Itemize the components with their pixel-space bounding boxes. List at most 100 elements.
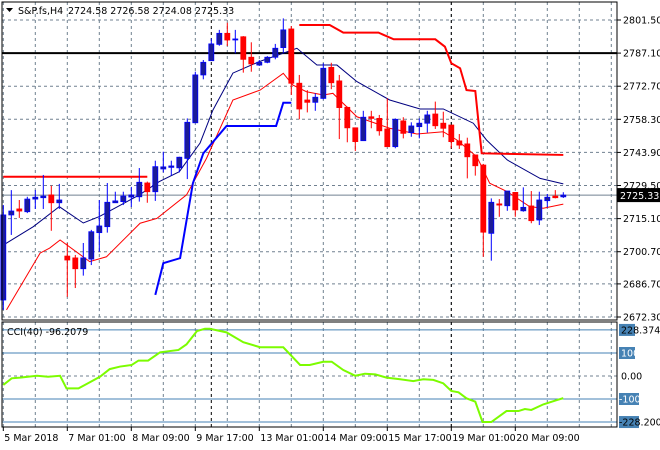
candle — [480, 163, 487, 257]
candle-body — [200, 61, 207, 76]
candle — [424, 110, 431, 133]
candle — [496, 199, 503, 217]
price-tick-label: 2700.70 — [623, 247, 660, 258]
candle — [336, 74, 343, 140]
candle-body — [512, 192, 519, 211]
candle — [376, 114, 383, 136]
chart-canvas[interactable]: 2801.502787.102772.702758.302743.902729.… — [0, 0, 660, 450]
candle-body — [296, 82, 303, 110]
candle-body — [248, 56, 255, 65]
candle-body — [24, 198, 31, 213]
candle-body — [16, 208, 23, 212]
candle — [296, 74, 303, 120]
candle-body — [528, 205, 535, 222]
candle-body — [64, 255, 71, 261]
cci-level-label: -228.2004 — [619, 418, 660, 429]
candle-body — [432, 113, 439, 127]
candle — [272, 43, 279, 60]
cci-line — [2, 327, 564, 423]
candle-body — [96, 225, 103, 234]
candle-body — [56, 199, 63, 204]
price-tick-label: 2758.30 — [623, 115, 660, 126]
candle — [344, 106, 351, 143]
candle — [144, 181, 151, 203]
candle — [88, 229, 95, 266]
candle — [232, 29, 239, 54]
candle-body — [256, 61, 263, 66]
candle — [360, 110, 367, 142]
candle — [72, 254, 79, 289]
candles — [0, 18, 567, 310]
candle — [528, 191, 535, 224]
candle-body — [128, 194, 135, 198]
candle — [432, 101, 439, 129]
candle — [32, 190, 39, 209]
price-tick-label: 2743.90 — [623, 148, 660, 159]
candle — [520, 187, 527, 212]
candle-body — [216, 32, 223, 45]
candle-body — [336, 80, 343, 108]
candle — [264, 56, 271, 64]
candle-body — [288, 28, 295, 84]
candle — [248, 42, 255, 72]
candle — [448, 124, 455, 149]
candle-body — [424, 114, 431, 124]
symbol-label: S&P.fs,H4 — [18, 6, 63, 17]
candle-body — [168, 165, 175, 168]
candle-body — [464, 143, 471, 158]
time-label: 19 Mar 01:00 — [452, 433, 515, 444]
candle — [320, 63, 327, 100]
candle — [96, 199, 103, 252]
candle — [312, 93, 319, 111]
candle-body — [472, 154, 479, 167]
time-label: 13 Mar 01:00 — [260, 433, 323, 444]
candle — [328, 62, 335, 90]
time-label: 15 Mar 17:00 — [388, 433, 451, 444]
main-pane-border — [1, 1, 618, 321]
candle-body — [232, 38, 239, 41]
candle — [456, 134, 463, 149]
candle — [392, 118, 399, 149]
price-tick-label: 2672.30 — [623, 313, 660, 324]
candle — [544, 194, 551, 208]
candle — [168, 160, 175, 176]
candle — [472, 154, 479, 176]
candle-body — [192, 74, 199, 124]
price-tick-label: 2787.10 — [623, 49, 660, 60]
candle-body — [544, 196, 551, 202]
candle — [56, 183, 63, 209]
candle-body — [328, 66, 335, 84]
candle — [440, 111, 447, 138]
candle-body — [280, 29, 287, 48]
candle-body — [344, 106, 351, 129]
candle — [104, 182, 111, 233]
chart-header: S&P.fs,H4 2724.58 2726.58 2724.08 2725.3… — [6, 6, 234, 17]
candle-body — [320, 67, 327, 99]
candle-body — [224, 32, 231, 41]
candle — [240, 36, 247, 73]
candle — [24, 196, 31, 214]
candle — [40, 174, 47, 209]
candle-body — [208, 43, 215, 62]
candle-body — [136, 181, 143, 198]
grid — [2, 2, 617, 427]
time-label: 20 Mar 09:00 — [516, 433, 579, 444]
candle — [192, 71, 199, 124]
candle — [560, 192, 567, 198]
candle-body — [32, 196, 39, 200]
candle-body — [376, 117, 383, 132]
ma-fast-line — [3, 47, 564, 246]
candle-body — [360, 116, 367, 142]
candle — [400, 117, 407, 139]
candle-body — [416, 122, 423, 128]
candle-body — [160, 166, 167, 170]
candle — [200, 59, 207, 80]
candle-body — [384, 128, 391, 148]
price-tick-label: 2715.10 — [623, 214, 660, 225]
dropdown-triangle-icon[interactable] — [6, 8, 13, 12]
cci-level-label: 228.3744 — [621, 325, 660, 336]
price-tick-label: 2686.70 — [623, 279, 660, 290]
candle-body — [120, 195, 127, 203]
candle-body — [504, 190, 511, 207]
candle — [416, 118, 423, 139]
